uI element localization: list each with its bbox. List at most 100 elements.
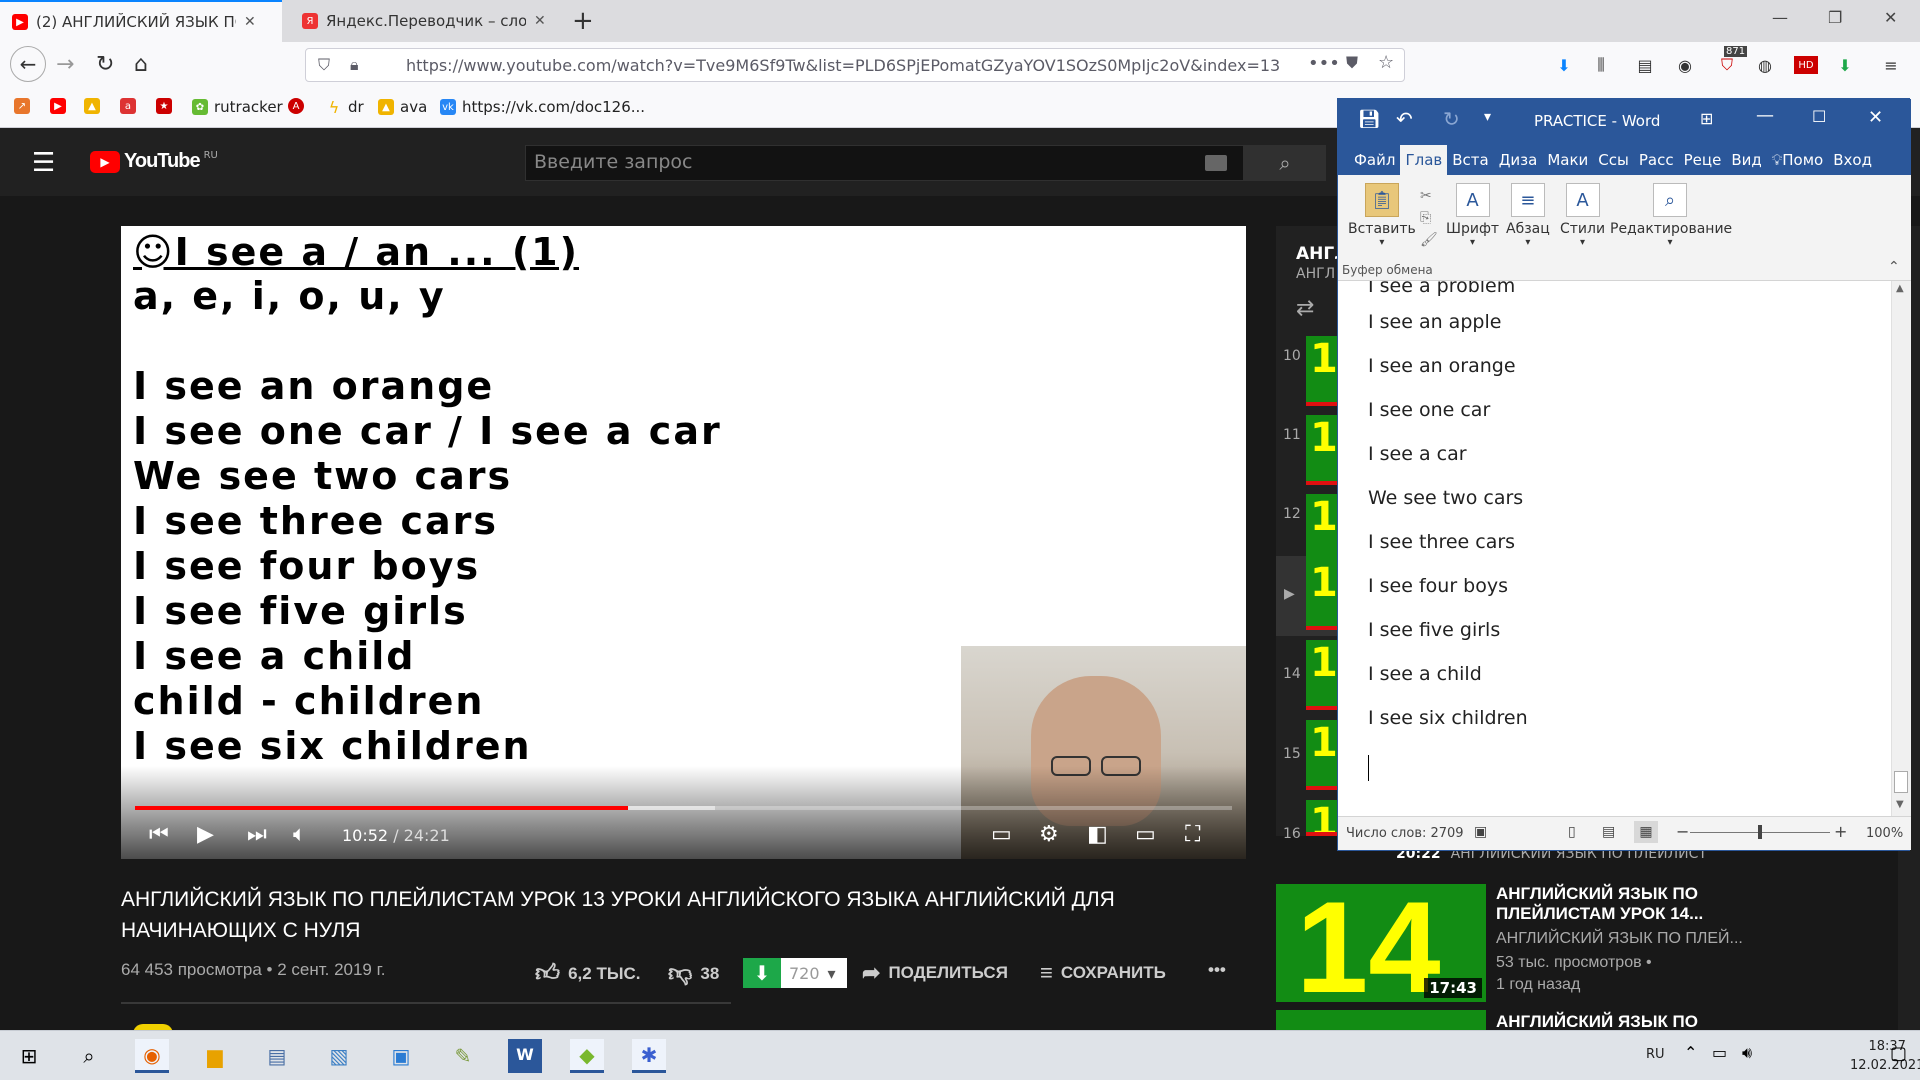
more-actions-icon[interactable]: ••• bbox=[1208, 960, 1226, 980]
recommendation-channel[interactable]: АНГЛИЙСКИЙ ЯЗЫК ПО ПЛЕЙ... bbox=[1496, 930, 1743, 948]
word-taskbar-icon[interactable]: W bbox=[508, 1039, 542, 1073]
tab-file[interactable]: Файл bbox=[1338, 145, 1400, 175]
minimize-icon[interactable]: — bbox=[1756, 105, 1774, 126]
zoom-level[interactable]: 100% bbox=[1866, 826, 1903, 841]
contacts-icon[interactable]: ▣ bbox=[384, 1039, 418, 1073]
youtube-logo[interactable]: ▶ YouTube RU bbox=[90, 150, 218, 173]
bookmark-3[interactable]: ▲ bbox=[84, 98, 100, 114]
paragraph-group[interactable]: ≡ Абзац ▾ bbox=[1506, 183, 1550, 248]
tab-view[interactable]: Вид bbox=[1726, 145, 1766, 175]
bookmark-2[interactable]: ▶ bbox=[50, 98, 66, 114]
chevron-up-icon[interactable]: ⌃ bbox=[1684, 1043, 1697, 1062]
search-input[interactable]: Введите запрос bbox=[525, 145, 1244, 181]
savefrom-download[interactable]: ⬇ 720 ▾ bbox=[743, 958, 847, 988]
bookmark-5[interactable]: ★ bbox=[156, 98, 172, 114]
styles-group[interactable]: A Стили ▾ bbox=[1560, 183, 1605, 248]
notepad-icon[interactable]: ▤ bbox=[260, 1039, 294, 1073]
quality-select[interactable]: 720 ▾ bbox=[781, 958, 847, 988]
share-button[interactable]: ➦ ПОДЕЛИТЬСЯ bbox=[862, 960, 1008, 986]
tab-review[interactable]: Реце bbox=[1679, 145, 1727, 175]
image-viewer-icon[interactable]: ▧ bbox=[322, 1039, 356, 1073]
tab-insert[interactable]: Вста bbox=[1447, 145, 1493, 175]
save-button[interactable]: ≡ СОХРАНИТЬ bbox=[1040, 960, 1166, 986]
globe-icon[interactable]: ◍ bbox=[1754, 54, 1776, 76]
volume-icon[interactable]: 🔈︎ bbox=[293, 822, 306, 847]
scroll-up-icon[interactable]: ▲ bbox=[1896, 283, 1904, 294]
close-window-icon[interactable]: ✕ bbox=[1884, 8, 1897, 27]
zoom-in-icon[interactable]: + bbox=[1834, 822, 1847, 841]
start-windows-icon[interactable]: ⊞ bbox=[12, 1039, 46, 1073]
scroll-thumb[interactable] bbox=[1894, 771, 1908, 793]
bookmark-rutracker[interactable]: ✿ rutracker bbox=[192, 98, 283, 116]
recommendation-title[interactable]: АНГЛИЙСКИЙ ЯЗЫК ПО bbox=[1496, 1012, 1698, 1032]
bookmark-dr[interactable]: ϟ dr bbox=[326, 98, 364, 117]
next-icon[interactable]: ⏭ bbox=[247, 822, 267, 847]
page-actions-icon[interactable]: ••• bbox=[1308, 53, 1340, 74]
file-explorer-icon[interactable]: ▆ bbox=[198, 1039, 232, 1073]
close-tab-icon[interactable]: ✕ bbox=[534, 13, 546, 29]
tab-layout[interactable]: Маки bbox=[1542, 145, 1593, 175]
tab-home[interactable]: Глав bbox=[1400, 145, 1448, 175]
home-icon[interactable]: ⌂ bbox=[134, 52, 148, 77]
previous-icon[interactable]: ⏮ bbox=[149, 822, 169, 847]
bookmark-ava[interactable]: ▲ ava bbox=[378, 98, 427, 116]
tab-sign-in[interactable]: Вход bbox=[1828, 145, 1877, 175]
zoom-slider-thumb[interactable] bbox=[1758, 825, 1762, 839]
download-arrow-icon[interactable]: ⬇ bbox=[743, 958, 781, 988]
language-indicator[interactable]: RU bbox=[1646, 1047, 1665, 1062]
extension-icon[interactable]: ◉ bbox=[1674, 54, 1696, 76]
editing-group[interactable]: ⌕ Редактирование ▾ bbox=[1610, 183, 1732, 248]
font-group[interactable]: A Шрифт ▾ bbox=[1446, 183, 1499, 248]
web-layout-icon[interactable]: ▦ bbox=[1634, 821, 1658, 843]
bluestacks-icon[interactable]: ◆ bbox=[570, 1039, 604, 1073]
savefrom-icon[interactable]: ⬇ bbox=[1834, 54, 1856, 76]
recommendation-title[interactable]: АНГЛИЙСКИЙ ЯЗЫК ПО ПЛЕЙЛИСТАМ УРОК 14... bbox=[1496, 884, 1746, 924]
firefox-icon[interactable]: ◉ bbox=[135, 1039, 169, 1073]
scroll-down-icon[interactable]: ▼ bbox=[1896, 799, 1904, 810]
word-count[interactable]: Число слов: 2709 bbox=[1346, 826, 1464, 841]
ublock-icon[interactable]: ⛉ 871 bbox=[1716, 46, 1748, 76]
redo-icon[interactable]: ↻ bbox=[1443, 107, 1460, 131]
close-icon[interactable]: ✕ bbox=[1868, 107, 1883, 128]
notifications-icon[interactable]: ▢ bbox=[1890, 1043, 1907, 1064]
tab-references[interactable]: Ссы bbox=[1593, 145, 1634, 175]
network-icon[interactable]: ▭ bbox=[1712, 1043, 1727, 1062]
bookmark-star-icon[interactable]: ☆ bbox=[1378, 52, 1394, 73]
reload-icon[interactable]: ↻ bbox=[96, 52, 114, 77]
app-icon[interactable]: ✱ bbox=[632, 1039, 666, 1073]
word-scrollbar[interactable]: ▲ ▼ bbox=[1891, 281, 1911, 816]
proofing-icon[interactable]: ▣ bbox=[1474, 824, 1487, 840]
minimize-icon[interactable]: — bbox=[1772, 8, 1788, 27]
menu-icon[interactable]: ≡ bbox=[1880, 54, 1902, 76]
video-player[interactable]: ☺I see a / an ... (1) a, e, i, o, u, y I… bbox=[121, 226, 1246, 859]
play-icon[interactable]: ▶ bbox=[197, 822, 214, 847]
bookmark-1[interactable]: ↗ bbox=[14, 98, 30, 114]
download-icon[interactable]: ⬇ bbox=[1553, 54, 1575, 76]
paint-icon[interactable]: ✎ bbox=[446, 1039, 480, 1073]
shield-icon[interactable]: ⛉ bbox=[318, 55, 330, 75]
sidebar-icon[interactable]: ▤ bbox=[1634, 54, 1656, 76]
guide-menu-icon[interactable]: ☰ bbox=[32, 148, 55, 178]
bookmark-4[interactable]: a bbox=[120, 98, 136, 114]
settings-gear-icon[interactable]: ⚙ bbox=[1039, 822, 1059, 847]
maximize-icon[interactable]: ☐ bbox=[1812, 107, 1826, 126]
restore-icon[interactable]: ❐ bbox=[1828, 8, 1842, 27]
keyboard-icon[interactable] bbox=[1205, 155, 1227, 171]
dislike-button[interactable]: 👎︎ 38 bbox=[668, 960, 719, 988]
tab-mailings[interactable]: Расс bbox=[1634, 145, 1679, 175]
search-button[interactable]: ⌕ bbox=[1244, 145, 1326, 181]
fullscreen-icon[interactable]: ⛶ bbox=[1185, 822, 1200, 847]
tab-tell-me[interactable]: 💡︎Помо bbox=[1767, 145, 1828, 175]
system-clock[interactable]: 18:37 12.02.2021 bbox=[1850, 1037, 1920, 1075]
ribbon-display-icon[interactable]: ⊞ bbox=[1700, 109, 1713, 128]
paste-button[interactable]: 📋︎ Вставить ▾ bbox=[1348, 183, 1416, 248]
close-tab-icon[interactable]: ✕ bbox=[244, 14, 256, 30]
like-button[interactable]: 👍︎ 6,2 ТЫС. bbox=[535, 960, 640, 988]
forward-arrow-icon[interactable]: → bbox=[56, 52, 74, 77]
new-tab-button[interactable]: + bbox=[572, 6, 594, 36]
tab-youtube[interactable]: ▶ (2) АНГЛИЙСКИЙ ЯЗЫК ПО П ✕ bbox=[0, 0, 282, 42]
loop-icon[interactable]: ⇄ bbox=[1296, 296, 1314, 321]
subtitles-icon[interactable]: ▭ bbox=[991, 822, 1012, 847]
back-arrow-icon[interactable]: ← bbox=[10, 46, 46, 82]
volume-icon[interactable]: 🔊︎ bbox=[1742, 1043, 1752, 1063]
